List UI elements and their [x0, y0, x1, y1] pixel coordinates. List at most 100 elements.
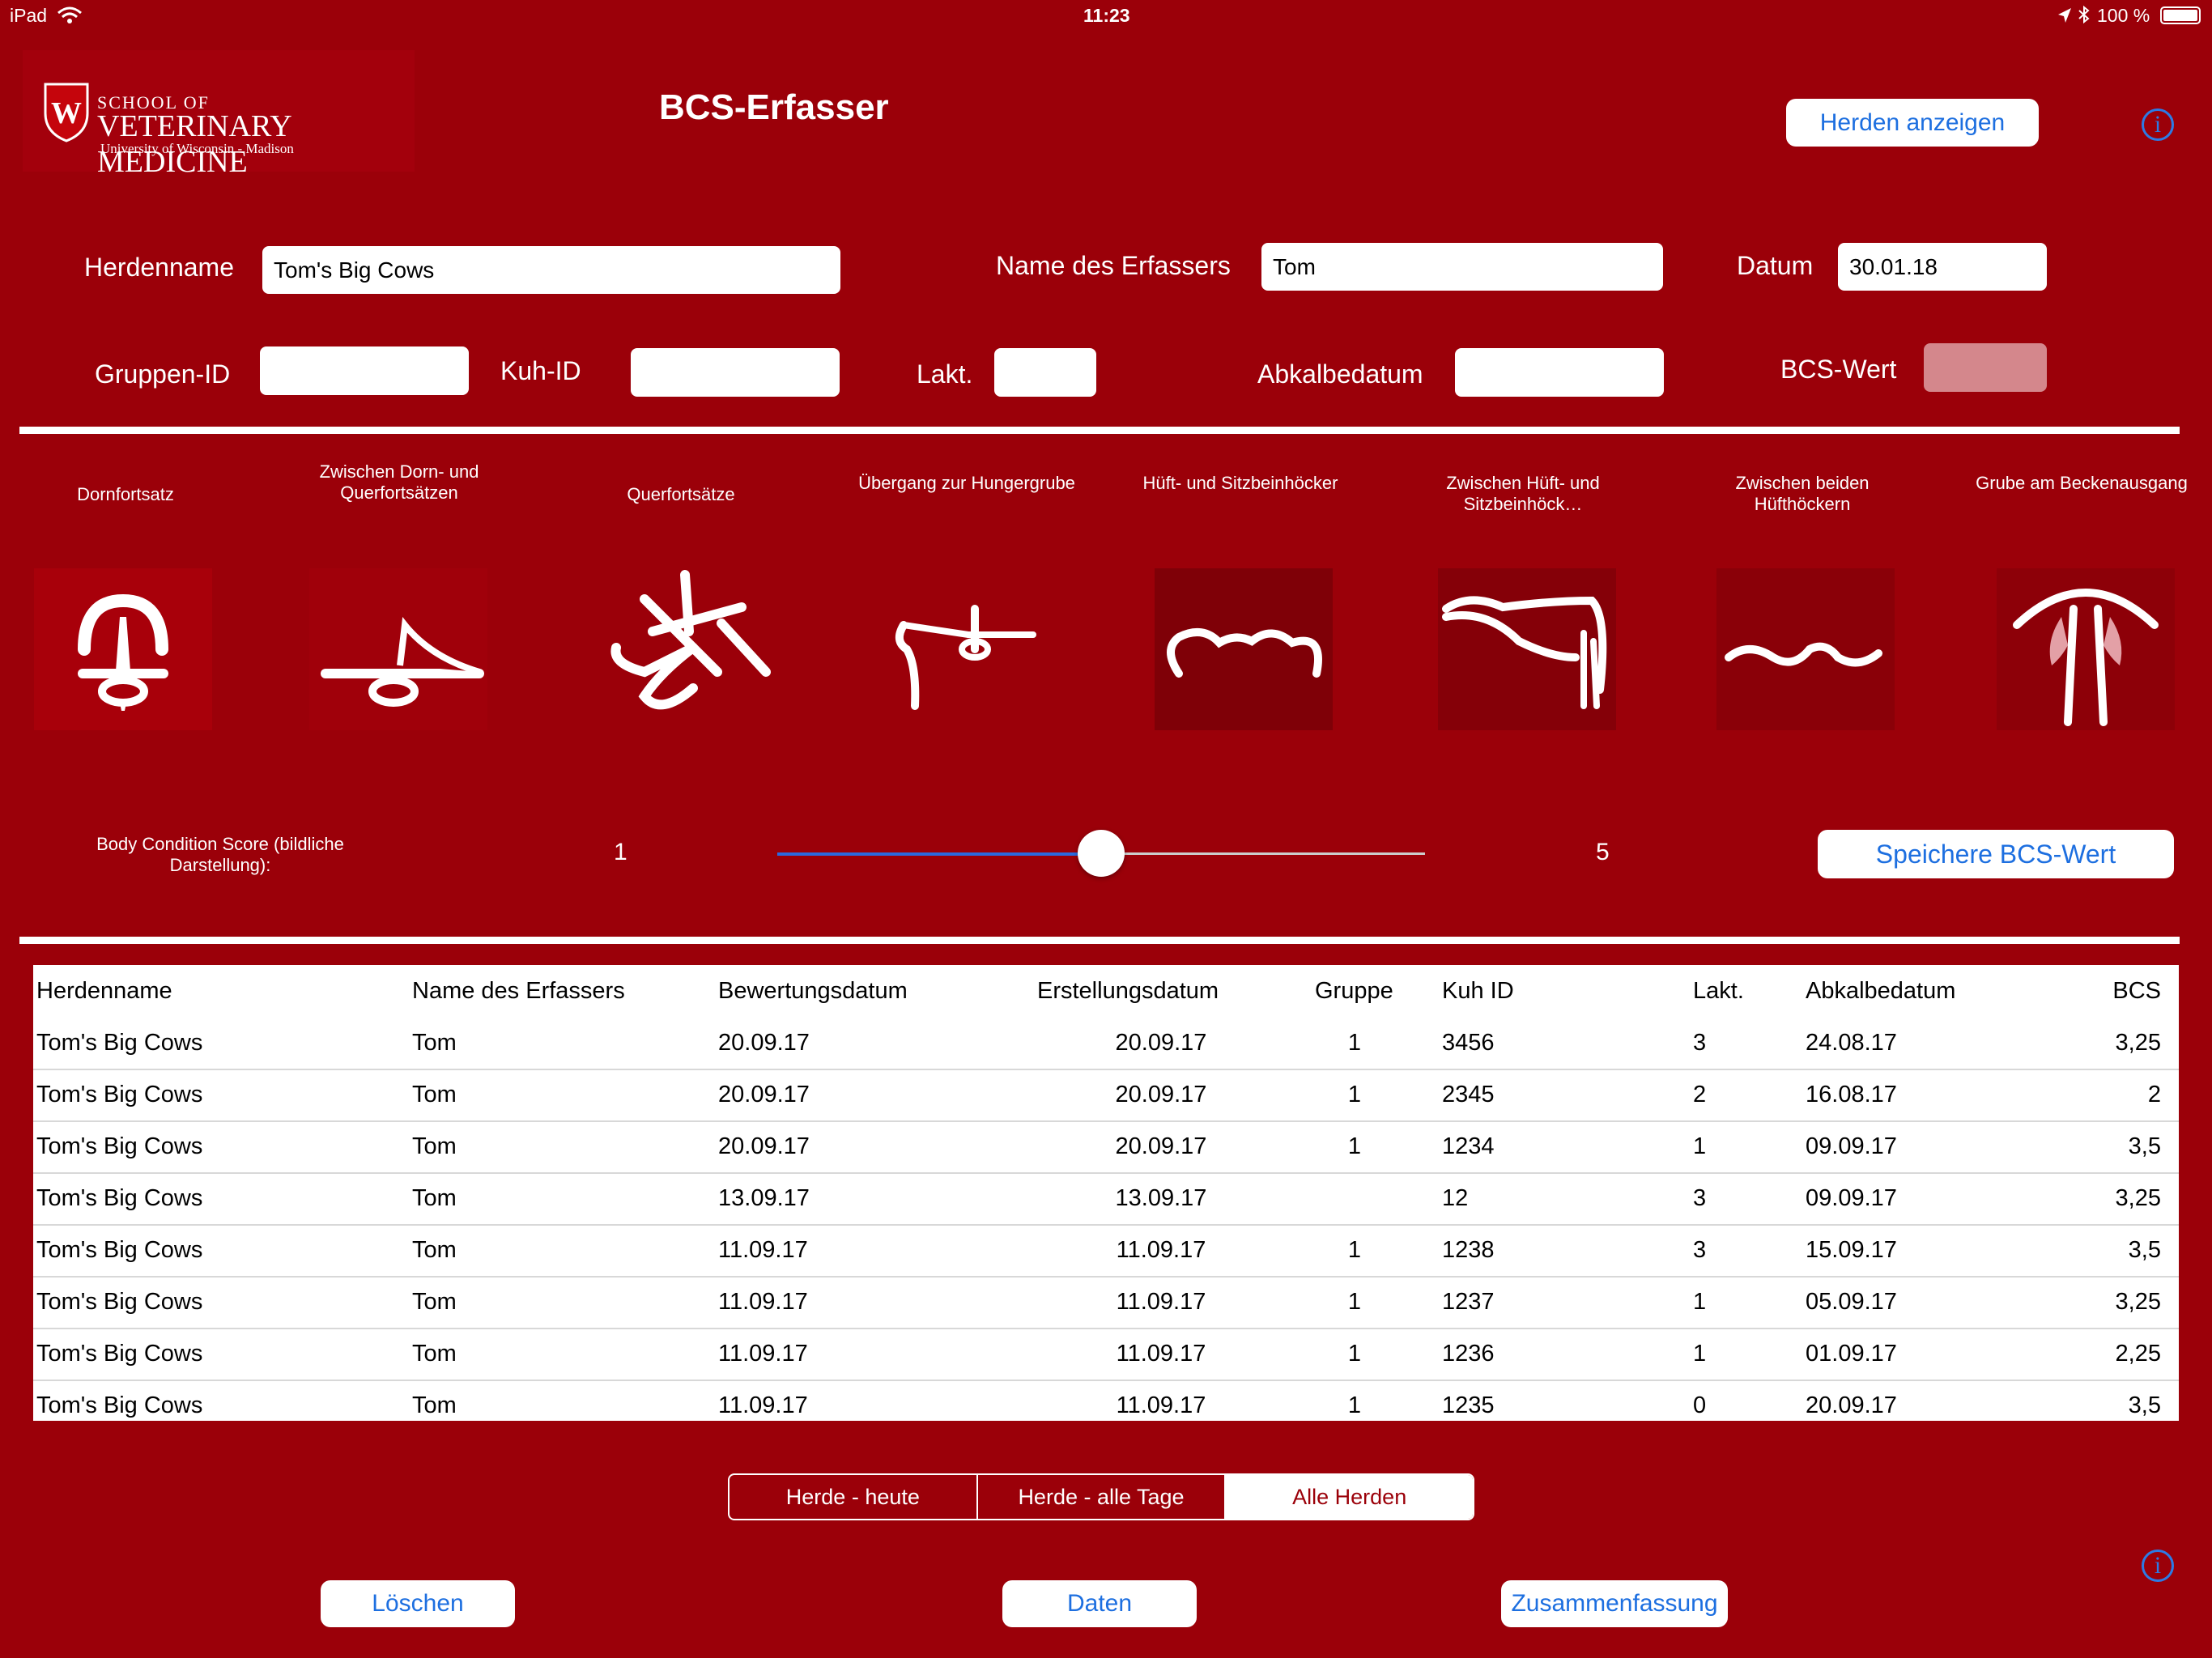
bcs-value-display — [1924, 343, 2047, 392]
cell-lactation: 1 — [1693, 1133, 1707, 1159]
status-device: iPad — [10, 5, 48, 26]
between-hooks-icon[interactable] — [1716, 568, 1895, 730]
header-bcs[interactable]: BCS — [2112, 978, 2161, 1005]
header-evaluation-date[interactable]: Bewertungsdatum — [718, 978, 908, 1005]
cell-creation-date: 13.09.17 — [1115, 1185, 1207, 1211]
header-lactation[interactable]: Lakt. — [1693, 978, 1744, 1005]
anatomy-label-6: Zwischen Hüft- und Sitzbeinhöck… — [1446, 473, 1600, 514]
cell-evaluation-date: 11.09.17 — [718, 1341, 808, 1367]
cell-group: 1 — [1347, 1237, 1362, 1263]
header-calving-date[interactable]: Abkalbedatum — [1806, 978, 1955, 1005]
lactation-field[interactable] — [994, 348, 1096, 397]
cell-evaluation-date: 20.09.17 — [718, 1082, 810, 1107]
cell-assessor: Tom — [412, 1133, 457, 1159]
cell-evaluation-date: 11.09.17 — [718, 1237, 808, 1263]
cell-calving-date: 24.08.17 — [1806, 1030, 1897, 1056]
herd-filter-segmented-control[interactable]: Herde - heute Herde - alle Tage Alle Her… — [728, 1473, 1474, 1520]
transverse-processes-icon[interactable] — [596, 567, 774, 729]
cell-bcs: 3,5 — [2128, 1133, 2161, 1159]
cell-cow-id: 1237 — [1442, 1289, 1495, 1315]
logo-line-3: University of Wisconsin - Madison — [100, 141, 294, 156]
cell-herd-name: Tom's Big Cows — [36, 1133, 203, 1159]
cell-lactation: 3 — [1693, 1237, 1707, 1263]
header-group[interactable]: Gruppe — [1315, 978, 1393, 1005]
info-icon-bottom[interactable]: i — [2142, 1550, 2174, 1582]
hunger-pit-transition-icon[interactable] — [879, 568, 1057, 730]
table-row[interactable]: Tom's Big Cows Tom 11.09.17 11.09.17 1 1235 0 2… — [33, 1380, 2179, 1421]
battery-icon — [2160, 6, 2201, 24]
slider-thumb[interactable] — [1078, 830, 1125, 877]
cell-creation-date: 11.09.17 — [1116, 1237, 1206, 1263]
bcs-value-label: BCS-Wert — [1780, 355, 1897, 384]
cell-group: 1 — [1347, 1082, 1362, 1107]
table-row[interactable]: Tom's Big Cows Tom 20.09.17 20.09.17 1 1234 1 0… — [33, 1120, 2179, 1174]
school-logo: W SCHOOL OF VETERINARY MEDICINE Universi… — [23, 50, 415, 179]
slider-track — [1101, 852, 1425, 855]
cell-cow-id: 1235 — [1442, 1392, 1495, 1418]
cell-creation-date: 20.09.17 — [1115, 1082, 1207, 1107]
cell-evaluation-date: 11.09.17 — [718, 1392, 808, 1418]
cell-herd-name: Tom's Big Cows — [36, 1082, 203, 1107]
cell-cow-id: 2345 — [1442, 1082, 1495, 1107]
header-cow-id[interactable]: Kuh ID — [1442, 978, 1514, 1005]
cell-lactation: 2 — [1693, 1082, 1707, 1107]
tailhead-pit-icon[interactable] — [1997, 568, 2175, 730]
group-id-field[interactable] — [260, 346, 469, 395]
cell-herd-name: Tom's Big Cows — [36, 1030, 203, 1056]
summary-button[interactable]: Zusammenfassung — [1501, 1580, 1728, 1627]
assessor-field[interactable]: Tom — [1261, 243, 1663, 291]
cell-calving-date: 16.08.17 — [1806, 1082, 1897, 1107]
save-bcs-button[interactable]: Speichere BCS-Wert — [1818, 830, 2174, 878]
date-field[interactable]: 30.01.18 — [1838, 243, 2047, 291]
bcs-slider[interactable] — [777, 830, 1425, 877]
anatomy-label-1: Dornfortsatz — [77, 484, 174, 504]
header-assessor[interactable]: Name des Erfassers — [412, 978, 625, 1005]
cell-assessor: Tom — [412, 1289, 457, 1315]
cow-id-field[interactable] — [631, 348, 840, 397]
cell-assessor: Tom — [412, 1341, 457, 1367]
show-herds-button[interactable]: Herden anzeigen — [1786, 99, 2039, 147]
data-button[interactable]: Daten — [1002, 1580, 1197, 1627]
cell-lactation: 0 — [1693, 1392, 1707, 1418]
table-row[interactable]: Tom's Big Cows Tom 20.09.17 20.09.17 1 2345 2 1… — [33, 1069, 2179, 1122]
divider-bottom — [19, 937, 2180, 944]
header-herd-name[interactable]: Herdenname — [36, 978, 172, 1005]
location-icon — [2057, 6, 2073, 28]
segment-herd-today[interactable]: Herde - heute — [730, 1475, 978, 1519]
info-icon[interactable]: i — [2142, 108, 2174, 141]
cell-bcs: 3,25 — [2115, 1289, 2161, 1315]
spinous-process-icon[interactable] — [34, 568, 212, 730]
between-hook-pin-icon[interactable] — [1438, 568, 1616, 730]
cell-creation-date: 11.09.17 — [1116, 1289, 1206, 1315]
calving-date-field[interactable] — [1455, 348, 1664, 397]
cell-group: 1 — [1347, 1289, 1362, 1315]
cell-creation-date: 11.09.17 — [1116, 1392, 1206, 1418]
hook-pin-bones-icon[interactable] — [1155, 568, 1333, 730]
cell-evaluation-date: 20.09.17 — [718, 1133, 810, 1159]
cell-herd-name: Tom's Big Cows — [36, 1392, 203, 1418]
cell-cow-id: 1236 — [1442, 1341, 1495, 1367]
table-row[interactable]: Tom's Big Cows Tom 20.09.17 20.09.17 1 3456 3 2… — [33, 1017, 2179, 1070]
cell-bcs: 3,25 — [2115, 1030, 2161, 1056]
delete-button[interactable]: Löschen — [321, 1580, 515, 1627]
table-header-row: Herdenname Name des Erfassers Bewertungs… — [33, 965, 2179, 1017]
cell-evaluation-date: 11.09.17 — [718, 1289, 808, 1315]
herd-name-field[interactable]: Tom's Big Cows — [262, 246, 840, 294]
cell-bcs: 3,25 — [2115, 1185, 2161, 1211]
table-row[interactable]: Tom's Big Cows Tom 13.09.17 13.09.17 12 3 09.0… — [33, 1172, 2179, 1226]
cell-cow-id: 3456 — [1442, 1030, 1495, 1056]
segment-herd-all-days[interactable]: Herde - alle Tage — [978, 1475, 1227, 1519]
cell-herd-name: Tom's Big Cows — [36, 1341, 203, 1367]
table-row[interactable]: Tom's Big Cows Tom 11.09.17 11.09.17 1 1238 3 1… — [33, 1224, 2179, 1278]
slider-max-label: 5 — [1596, 839, 1610, 865]
header-creation-date[interactable]: Erstellungsdatum — [1037, 978, 1219, 1005]
cell-group: 1 — [1347, 1341, 1362, 1367]
between-processes-icon[interactable] — [309, 568, 487, 730]
segment-all-herds[interactable]: Alle Herden — [1226, 1475, 1473, 1519]
cell-creation-date: 20.09.17 — [1115, 1133, 1207, 1159]
table-row[interactable]: Tom's Big Cows Tom 11.09.17 11.09.17 1 1236 1 0… — [33, 1328, 2179, 1381]
slider-fill — [777, 852, 1101, 856]
cell-lactation: 3 — [1693, 1185, 1707, 1211]
cell-lactation: 1 — [1693, 1289, 1707, 1315]
table-row[interactable]: Tom's Big Cows Tom 11.09.17 11.09.17 1 1237 1 0… — [33, 1276, 2179, 1329]
